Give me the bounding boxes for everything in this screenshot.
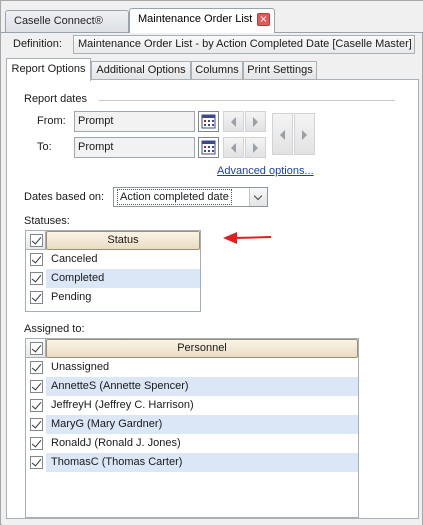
tab-caselle-connect[interactable]: Caselle Connect®	[5, 10, 129, 32]
statuses-grid: Status Canceled Completed Pending	[25, 230, 201, 312]
assigned-to-label: Assigned to:	[24, 323, 85, 335]
definition-field: Maintenance Order List - by Action Compl…	[73, 35, 415, 54]
checkbox[interactable]	[30, 399, 43, 412]
red-arrow-annotation	[223, 232, 272, 244]
dates-based-on-label: Dates based on:	[24, 191, 105, 203]
from-calendar-button[interactable]	[198, 111, 219, 132]
close-icon[interactable]: ×	[257, 13, 270, 26]
tab-print-settings[interactable]: Print Settings	[243, 61, 317, 80]
personnel-name: JeffreyH (Jeffrey C. Harrison)	[51, 399, 194, 411]
calendar-icon	[201, 140, 216, 155]
row-check-cell	[26, 358, 46, 377]
row-check-cell	[26, 415, 46, 434]
dates-based-on-value: Action completed date	[117, 189, 232, 205]
range-next-button[interactable]	[294, 113, 315, 155]
arrow-right-icon	[253, 117, 258, 127]
statuses-label: Statuses:	[24, 215, 70, 227]
row-check-cell	[26, 434, 46, 453]
from-next-button[interactable]	[245, 111, 266, 132]
to-next-button[interactable]	[245, 137, 266, 158]
checkbox[interactable]	[30, 380, 43, 393]
report-dates-divider	[99, 100, 395, 101]
tab-columns[interactable]: Columns	[191, 61, 243, 80]
checkbox[interactable]	[30, 234, 43, 247]
tab-additional-options[interactable]: Additional Options	[91, 61, 191, 80]
to-label: To:	[37, 141, 52, 153]
table-row[interactable]: Canceled	[26, 250, 200, 269]
status-name: Pending	[51, 291, 92, 303]
report-definition-content: Definition: Maintenance Order List - by …	[2, 33, 422, 525]
row-check-cell	[26, 250, 46, 269]
chevron-down-icon	[253, 191, 263, 201]
calendar-icon	[201, 114, 216, 129]
tab-caselle-connect-label: Caselle Connect®	[14, 15, 103, 27]
select-all-personnel[interactable]	[26, 339, 46, 358]
checkbox[interactable]	[30, 342, 43, 355]
row-check-cell	[26, 396, 46, 415]
table-row[interactable]: AnnetteS (Annette Spencer)	[26, 377, 358, 396]
table-row[interactable]: Completed	[26, 269, 200, 288]
report-window: Caselle Connect® Maintenance Order List …	[0, 0, 423, 525]
arrow-left-icon	[280, 130, 285, 140]
checkbox[interactable]	[30, 361, 43, 374]
table-row[interactable]: JeffreyH (Jeffrey C. Harrison)	[26, 396, 358, 415]
definition-label: Definition:	[13, 38, 62, 50]
statuses-grid-header: Status	[26, 231, 200, 250]
status-column-header[interactable]: Status	[46, 231, 200, 250]
arrow-left-icon	[231, 143, 236, 153]
checkbox[interactable]	[30, 272, 43, 285]
checkbox[interactable]	[30, 418, 43, 431]
row-check-cell	[26, 377, 46, 396]
personnel-name: ThomasC (Thomas Carter)	[51, 456, 183, 468]
arrow-right-icon	[302, 130, 307, 140]
options-tab-strip: Report Options Additional Options Column…	[2, 58, 422, 81]
document-tab-strip: Caselle Connect® Maintenance Order List …	[1, 1, 423, 33]
dates-based-on-select[interactable]: Action completed date	[113, 187, 268, 207]
personnel-grid-header: Personnel	[26, 339, 358, 358]
arrow-right-icon	[253, 143, 258, 153]
report-dates-heading: Report dates	[24, 93, 87, 105]
from-date-input[interactable]: Prompt	[74, 111, 195, 132]
tab-maintenance-order-list[interactable]: Maintenance Order List ×	[129, 8, 275, 33]
table-row[interactable]: RonaldJ (Ronald J. Jones)	[26, 434, 358, 453]
status-name: Completed	[51, 272, 105, 284]
from-prev-button[interactable]	[223, 111, 244, 132]
status-name: Canceled	[51, 253, 98, 265]
personnel-grid: Personnel Unassigned AnnetteS (Annette S…	[25, 338, 359, 518]
personnel-column-header[interactable]: Personnel	[46, 339, 358, 358]
report-options-panel: Report dates From: Prompt To: Prompt Adv…	[6, 79, 419, 519]
dropdown-button[interactable]	[249, 188, 267, 206]
personnel-name: Unassigned	[51, 361, 110, 373]
to-calendar-button[interactable]	[198, 137, 219, 158]
row-check-cell	[26, 453, 46, 472]
select-all-statuses[interactable]	[26, 231, 46, 250]
checkbox[interactable]	[30, 456, 43, 469]
to-prev-button[interactable]	[223, 137, 244, 158]
table-row[interactable]: Pending	[26, 288, 200, 307]
checkbox[interactable]	[30, 253, 43, 266]
table-row[interactable]: MaryG (Mary Gardner)	[26, 415, 358, 434]
personnel-name: RonaldJ (Ronald J. Jones)	[51, 437, 181, 449]
table-row[interactable]: Unassigned	[26, 358, 358, 377]
tab-maintenance-order-list-label: Maintenance Order List	[138, 13, 253, 25]
checkbox[interactable]	[30, 291, 43, 304]
to-date-input[interactable]: Prompt	[74, 137, 195, 158]
arrow-left-icon	[231, 117, 236, 127]
tab-report-options[interactable]: Report Options	[6, 58, 91, 81]
from-label: From:	[37, 115, 66, 127]
personnel-name: AnnetteS (Annette Spencer)	[51, 380, 189, 392]
range-prev-button[interactable]	[272, 113, 293, 155]
personnel-name: MaryG (Mary Gardner)	[51, 418, 163, 430]
row-check-cell	[26, 288, 46, 307]
table-row[interactable]: ThomasC (Thomas Carter)	[26, 453, 358, 472]
row-check-cell	[26, 269, 46, 288]
advanced-options-link[interactable]: Advanced options...	[217, 165, 314, 177]
checkbox[interactable]	[30, 437, 43, 450]
